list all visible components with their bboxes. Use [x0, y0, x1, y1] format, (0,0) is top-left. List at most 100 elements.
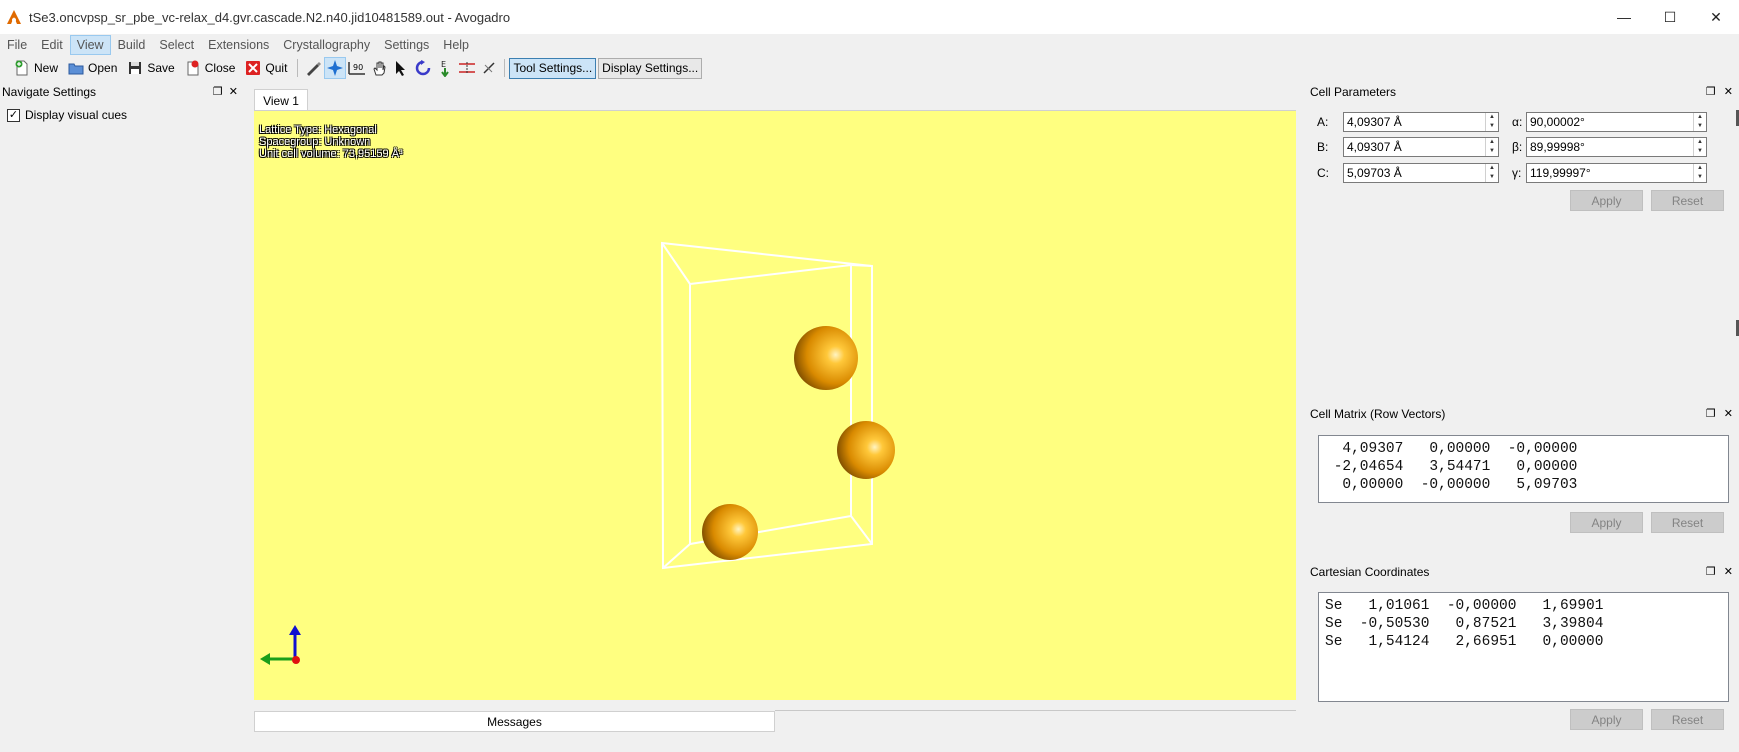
unit-cell-rendering [260, 241, 895, 665]
close-dock-icon[interactable]: ✕ [1724, 407, 1733, 420]
cell-parameters-apply-button[interactable]: Apply [1570, 190, 1643, 211]
close-dock-icon[interactable]: ✕ [229, 85, 238, 98]
menu-help[interactable]: Help [436, 35, 476, 55]
toolbar-separator [504, 59, 506, 77]
navigate-tool-icon[interactable] [324, 57, 347, 79]
c-length-spinbox[interactable]: 5,09703 Å ▲ ▼ [1343, 163, 1499, 183]
spin-arrows-icon[interactable]: ▲ ▼ [1693, 113, 1706, 131]
quit-button[interactable]: Quit [241, 57, 293, 79]
menu-file[interactable]: File [0, 35, 34, 55]
menu-view[interactable]: View [69, 35, 111, 55]
beta-angle-spinbox[interactable]: 89,99998° ▲ ▼ [1526, 137, 1707, 157]
display-settings-button[interactable]: Display Settings... [598, 57, 703, 79]
beta-label: β: [1512, 140, 1523, 154]
close-window-button[interactable]: ✕ [1693, 0, 1739, 34]
menu-extensions[interactable]: Extensions [201, 35, 276, 55]
open-label: Open [88, 61, 118, 75]
manipulate-hand-icon[interactable] [368, 57, 390, 79]
gamma-angle-value: 119,99997° [1530, 166, 1591, 180]
axes-indicator [260, 625, 301, 665]
molecule-viewport[interactable]: Lattice Type: Hexagonal Spacegroup: Unkn… [254, 110, 1296, 700]
select-arrow-icon[interactable] [390, 57, 412, 79]
draw-tool-icon[interactable] [302, 57, 324, 79]
bond-centric-icon[interactable] [478, 57, 500, 79]
title-bar: tSe3.oncvpsp_sr_pbe_vc-relax_d4.gvr.casc… [0, 0, 1739, 34]
cell-matrix-reset-button[interactable]: Reset [1651, 512, 1724, 533]
se-atom[interactable] [702, 504, 758, 560]
rotate-tool-icon[interactable] [412, 57, 434, 79]
navigate-settings-dock: Navigate Settings ❐ ✕ ✓ Display visual c… [0, 82, 242, 752]
beta-angle-value: 89,99998° [1530, 140, 1585, 154]
cartesian-coordinates-title-bar: Cartesian Coordinates ❐ ✕ [1307, 562, 1739, 582]
auto-optimize-icon[interactable]: E [434, 57, 456, 79]
se-atom[interactable] [837, 421, 895, 479]
menu-settings[interactable]: Settings [377, 35, 436, 55]
main-toolbar: New Open Save Close Quit 90 E Tool Setti… [0, 56, 1739, 80]
alpha-angle-value: 90,00002° [1530, 115, 1585, 129]
save-label: Save [147, 61, 175, 75]
maximize-button[interactable]: ☐ [1647, 0, 1693, 34]
se-atom[interactable] [794, 326, 858, 390]
cell-parameters-title-bar: Cell Parameters ❐ ✕ [1307, 82, 1739, 102]
minimize-button[interactable]: — [1601, 0, 1647, 34]
cell-matrix-apply-button[interactable]: Apply [1570, 512, 1643, 533]
spin-arrows-icon[interactable]: ▲ ▼ [1485, 164, 1498, 182]
svg-text:90: 90 [353, 63, 363, 72]
float-dock-icon[interactable]: ❐ [1706, 85, 1716, 98]
cartesian-reset-button[interactable]: Reset [1651, 709, 1724, 730]
avogadro-logo-icon [5, 8, 23, 26]
close-file-icon [185, 60, 201, 76]
display-visual-cues-option[interactable]: ✓ Display visual cues [7, 108, 242, 122]
quit-icon [245, 60, 261, 76]
new-button[interactable]: New [10, 57, 64, 79]
close-file-button[interactable]: Close [181, 57, 242, 79]
alpha-label: α: [1512, 115, 1523, 129]
menu-select[interactable]: Select [152, 35, 201, 55]
cell-matrix-title-bar: Cell Matrix (Row Vectors) ❐ ✕ [1307, 404, 1739, 424]
display-visual-cues-checkbox[interactable]: ✓ [7, 108, 20, 122]
lattice-type-text: Lattice Type: Hexagonal [259, 124, 377, 136]
cartesian-coordinates-editor[interactable]: Se 1,01061 -0,00000 1,69901 Se -0,50530 … [1318, 592, 1729, 702]
a-label: A: [1317, 115, 1329, 129]
spin-arrows-icon[interactable]: ▲ ▼ [1485, 138, 1498, 156]
close-dock-icon[interactable]: ✕ [1724, 85, 1733, 98]
tool-settings-button[interactable]: Tool Settings... [509, 57, 597, 79]
menu-bar: File Edit View Build Select Extensions C… [0, 34, 1739, 56]
menu-edit[interactable]: Edit [34, 35, 70, 55]
b-length-value: 4,09307 Å [1347, 140, 1402, 154]
cell-matrix-editor[interactable]: 4,09307 0,00000 -0,00000 -2,04654 3,5447… [1318, 435, 1729, 503]
open-folder-icon [68, 60, 84, 76]
cell-parameters-title: Cell Parameters [1310, 85, 1397, 99]
gamma-angle-spinbox[interactable]: 119,99997° ▲ ▼ [1526, 163, 1707, 183]
spin-arrows-icon[interactable]: ▲ ▼ [1693, 138, 1706, 156]
unit-cell-box [660, 241, 873, 570]
cell-parameters-reset-button[interactable]: Reset [1651, 190, 1724, 211]
float-dock-icon[interactable]: ❐ [213, 85, 223, 98]
float-dock-icon[interactable]: ❐ [1706, 565, 1716, 578]
toolbar-separator [297, 59, 299, 77]
divider [775, 710, 1296, 711]
float-dock-icon[interactable]: ❐ [1706, 407, 1716, 420]
menu-crystallography[interactable]: Crystallography [276, 35, 377, 55]
spin-arrows-icon[interactable]: ▲ ▼ [1485, 113, 1498, 131]
quit-label: Quit [265, 61, 288, 75]
close-file-label: Close [204, 61, 236, 75]
alpha-angle-spinbox[interactable]: 90,00002° ▲ ▼ [1526, 112, 1707, 132]
align-tool-icon[interactable] [456, 57, 478, 79]
tab-view-1[interactable]: View 1 [254, 89, 308, 111]
menu-build[interactable]: Build [111, 35, 153, 55]
spin-arrows-icon[interactable]: ▲ ▼ [1693, 164, 1706, 182]
cell-info-overlay: Lattice Type: Hexagonal Spacegroup: Unkn… [259, 124, 403, 160]
a-length-spinbox[interactable]: 4,09307 Å ▲ ▼ [1343, 112, 1499, 132]
display-visual-cues-label: Display visual cues [25, 108, 128, 122]
cartesian-apply-button[interactable]: Apply [1570, 709, 1643, 730]
unit-cell-volume-text: Unit cell volume: 73,95159 Å³ [259, 148, 403, 160]
open-button[interactable]: Open [64, 57, 123, 79]
b-length-spinbox[interactable]: 4,09307 Å ▲ ▼ [1343, 137, 1499, 157]
measure-tool-icon[interactable]: 90 [346, 57, 368, 79]
close-dock-icon[interactable]: ✕ [1724, 565, 1733, 578]
tab-messages[interactable]: Messages [254, 711, 775, 732]
window-controls: — ☐ ✕ [1601, 0, 1739, 34]
cartesian-coordinates-title: Cartesian Coordinates [1310, 565, 1430, 579]
save-button[interactable]: Save [123, 57, 180, 79]
